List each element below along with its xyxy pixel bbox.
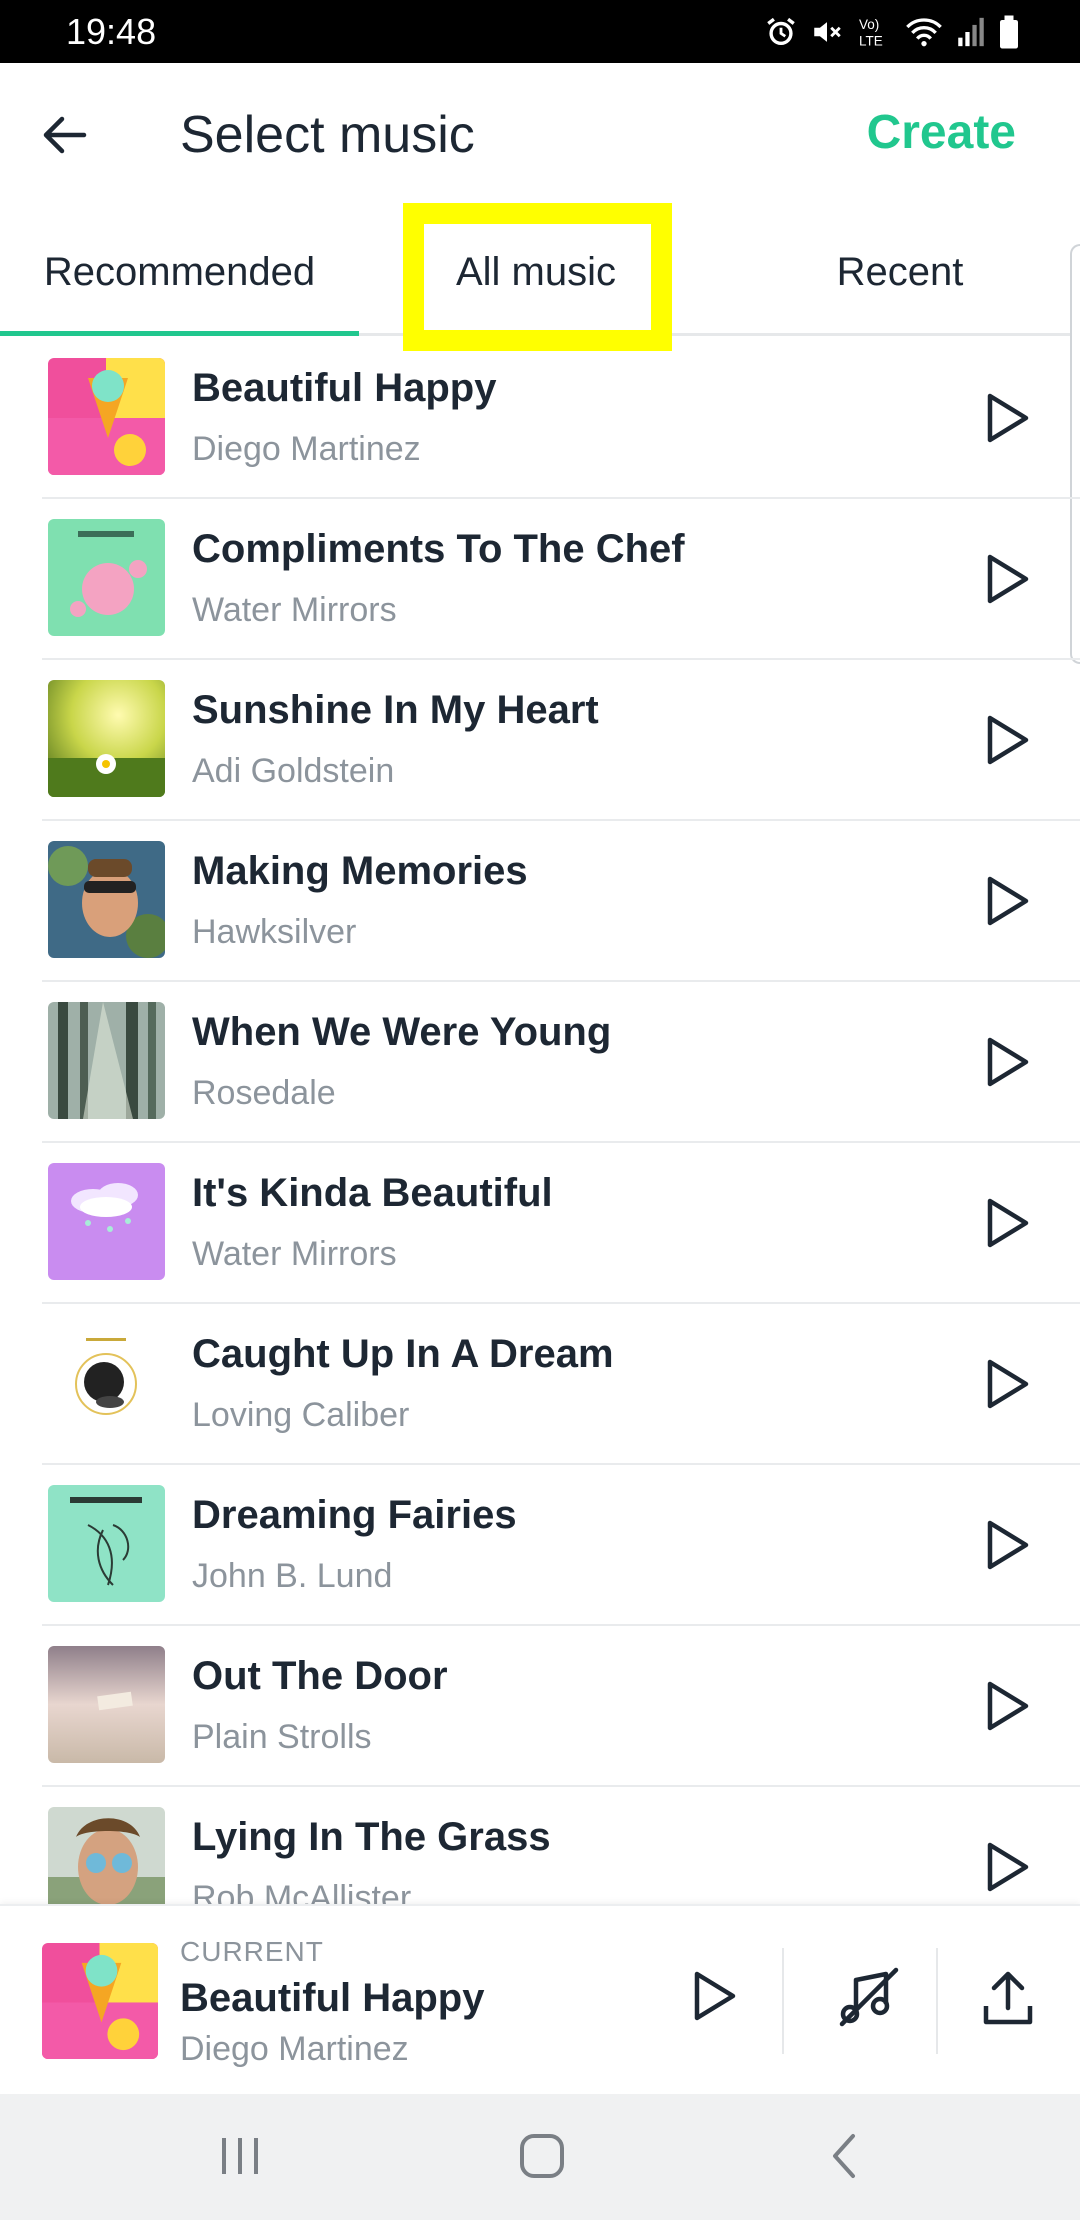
track-row[interactable]: Lying In The Grass Rob McAllister (0, 1787, 1080, 1904)
album-art-thumbnail (48, 1163, 165, 1280)
status-bar: 19:48 Vo) LTE (0, 0, 1080, 63)
back-button[interactable] (34, 105, 94, 165)
home-icon[interactable] (512, 2126, 572, 2186)
track-artist: Hawksilver (192, 913, 357, 951)
play-icon[interactable] (685, 1968, 741, 2024)
current-track-artist: Diego Martinez (180, 2030, 409, 2068)
track-row[interactable]: Caught Up In A Dream Loving Caliber (0, 1304, 1080, 1465)
recent-apps-icon[interactable] (210, 2126, 270, 2186)
page-title: Select music (180, 106, 475, 164)
track-artist: Water Mirrors (192, 591, 397, 629)
play-icon[interactable] (978, 551, 1034, 607)
album-art-thumbnail (48, 680, 165, 797)
album-art-thumbnail (48, 1002, 165, 1119)
track-title: Compliments To The Chef (192, 527, 685, 571)
tab-all-music[interactable]: All music (403, 211, 669, 333)
track-row[interactable]: When We Were Young Rosedale (0, 982, 1080, 1143)
track-title: Making Memories (192, 849, 528, 893)
track-row[interactable]: Dreaming Fairies John B. Lund (0, 1465, 1080, 1626)
track-title: When We Were Young (192, 1010, 612, 1054)
play-icon[interactable] (978, 390, 1034, 446)
album-art-thumbnail (48, 1646, 165, 1763)
current-album-art (42, 1943, 158, 2059)
track-row[interactable]: Making Memories Hawksilver (0, 821, 1080, 982)
svg-text:LTE: LTE (859, 34, 883, 49)
track-artist: Loving Caliber (192, 1396, 410, 1434)
play-icon[interactable] (978, 873, 1034, 929)
status-time: 19:48 (66, 11, 157, 52)
arrow-left-icon (43, 116, 87, 154)
status-icons: Vo) LTE (764, 12, 1020, 52)
tab-bar: Recommended All music Recent (0, 211, 1072, 336)
current-track-title: Beautiful Happy (180, 1976, 485, 2020)
track-row[interactable]: Beautiful Happy Diego Martinez (0, 338, 1080, 499)
upload-icon[interactable] (978, 1966, 1038, 2030)
play-icon[interactable] (978, 712, 1034, 768)
track-row[interactable]: It's Kinda Beautiful Water Mirrors (0, 1143, 1080, 1304)
track-artist: Water Mirrors (192, 1235, 397, 1273)
track-artist: Rosedale (192, 1074, 336, 1112)
divider (782, 1948, 784, 2054)
play-icon[interactable] (978, 1195, 1034, 1251)
track-row[interactable]: Compliments To The Chef Water Mirrors (0, 499, 1080, 660)
track-list: Beautiful Happy Diego Martinez Complimen… (0, 338, 1080, 1904)
play-icon[interactable] (978, 1678, 1034, 1734)
system-nav-bar (0, 2094, 1080, 2220)
track-title: Sunshine In My Heart (192, 688, 599, 732)
track-title: Dreaming Fairies (192, 1493, 517, 1537)
play-icon[interactable] (978, 1517, 1034, 1573)
track-title: Caught Up In A Dream (192, 1332, 614, 1376)
music-off-icon[interactable] (836, 1964, 902, 2030)
track-artist: John B. Lund (192, 1557, 393, 1595)
track-title: Out The Door (192, 1654, 448, 1698)
track-title: It's Kinda Beautiful (192, 1171, 553, 1215)
mute-icon (814, 22, 841, 42)
album-art-thumbnail (48, 1324, 165, 1441)
tab-recommended[interactable]: Recommended (0, 211, 359, 336)
album-art-thumbnail (48, 1485, 165, 1602)
album-art-thumbnail (48, 358, 165, 475)
play-icon[interactable] (978, 1839, 1034, 1895)
header: Select music Create (0, 63, 1080, 211)
svg-text:Vo): Vo) (859, 17, 879, 32)
track-title: Beautiful Happy (192, 366, 497, 410)
track-title: Lying In The Grass (192, 1815, 551, 1859)
current-label: CURRENT (180, 1936, 324, 1967)
battery-icon (1000, 15, 1018, 49)
track-row[interactable]: Sunshine In My Heart Adi Goldstein (0, 660, 1080, 821)
create-button[interactable]: Create (867, 105, 1016, 160)
tab-recent[interactable]: Recent (760, 211, 1040, 333)
album-art-thumbnail (48, 1807, 165, 1904)
back-nav-icon[interactable] (815, 2126, 875, 2186)
play-icon[interactable] (978, 1356, 1034, 1412)
divider (936, 1948, 938, 2054)
album-art-thumbnail (48, 519, 165, 636)
track-row[interactable]: Out The Door Plain Strolls (0, 1626, 1080, 1787)
track-artist: Rob McAllister (192, 1879, 412, 1904)
volte-icon: Vo) LTE (859, 17, 883, 49)
play-icon[interactable] (978, 1034, 1034, 1090)
now-playing-bar: CURRENT Beautiful Happy Diego Martinez (0, 1904, 1080, 2094)
track-artist: Plain Strolls (192, 1718, 372, 1756)
track-artist: Adi Goldstein (192, 752, 395, 790)
alarm-icon (767, 17, 795, 46)
album-art-thumbnail (48, 841, 165, 958)
signal-icon (958, 17, 984, 47)
wifi-icon (906, 18, 942, 47)
track-artist: Diego Martinez (192, 430, 421, 468)
